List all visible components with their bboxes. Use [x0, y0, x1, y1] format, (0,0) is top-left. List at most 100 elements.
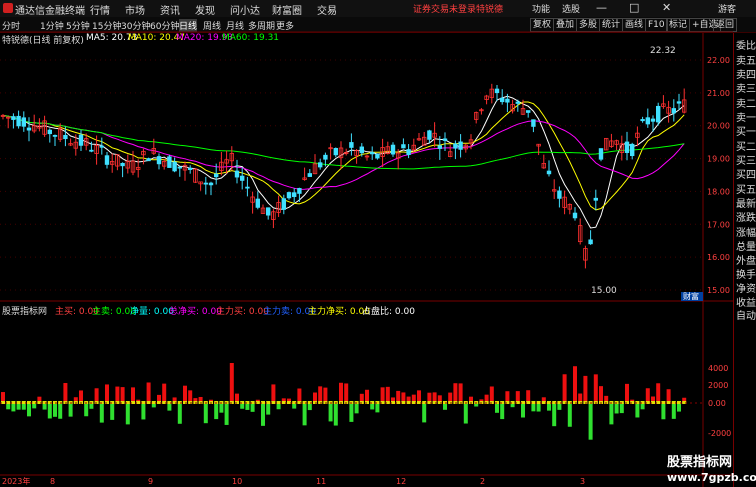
indicator-bar [105, 384, 109, 403]
indicator-bar [297, 388, 302, 403]
price-axis-label: 19.00 [707, 155, 730, 164]
candle-body [359, 146, 364, 154]
side-zhangfu[interactable]: 涨幅 [736, 224, 756, 239]
date-axis-label: 2023年 [2, 476, 30, 486]
side-maiwu[interactable]: 卖五 [736, 52, 756, 67]
watermark-url: www.7gpzb.com [667, 471, 756, 484]
indicator-bar [635, 403, 640, 418]
indicator-bar [531, 403, 536, 412]
candlesticks [0, 83, 687, 269]
candle-body [203, 182, 208, 185]
candle-body [11, 116, 16, 120]
candle-body [671, 108, 676, 114]
price-axis-label: 21.00 [707, 89, 730, 98]
date-axis-label: 2 [480, 477, 485, 486]
indicator-bar [167, 403, 172, 411]
candle-body [526, 110, 531, 113]
date-axis-label: 12 [396, 477, 406, 486]
indicator-bar [349, 403, 354, 422]
candle-body [239, 175, 245, 181]
date-axis-label: 11 [316, 477, 326, 486]
side-buy2[interactable]: 买二 [736, 138, 756, 153]
side-auto[interactable]: 自动 [736, 307, 756, 322]
side-maiyi[interactable]: 卖一 [736, 109, 756, 124]
indicator-bar [536, 403, 541, 412]
side-zuixin[interactable]: 最新 [736, 195, 756, 210]
side-waipan[interactable]: 外盘 [736, 252, 756, 267]
candle-body [437, 145, 442, 149]
indicator-bar [500, 403, 505, 420]
indicator-bar [141, 403, 146, 420]
price-axis: 22.00 21.00 20.00 19.00 18.00 17.00 16.00 15.00 [707, 56, 730, 295]
side-zongliang[interactable]: 总量 [736, 238, 756, 253]
indicator-bar [443, 403, 447, 410]
side-buy1[interactable]: 买一 [736, 123, 756, 138]
candle-body [323, 154, 328, 160]
ind-zhanpanbi: 占盘比: 0.00 [362, 307, 415, 317]
side-buy5[interactable]: 买五 [736, 181, 756, 196]
candle-body [531, 119, 536, 127]
indicator-bar [328, 403, 333, 422]
candle-body [172, 161, 177, 172]
candle-body [307, 173, 312, 177]
indicator-name[interactable]: 股票指标网 [2, 304, 47, 317]
candle-body [63, 134, 68, 140]
candle-body [442, 138, 448, 141]
date-axis-label: 3 [580, 477, 585, 486]
ind-zongjingmai: 总净买: 0.00 [169, 307, 222, 317]
side-maier[interactable]: 卖二 [736, 95, 756, 110]
side-zhangdie[interactable]: 涨跌 [736, 209, 756, 224]
indicator-bar [84, 403, 89, 417]
indicator-bar [573, 366, 577, 403]
candle-body [156, 156, 162, 165]
candle-body [406, 149, 411, 155]
ind-zhulimai: 主力买: 0.00 [216, 307, 269, 317]
candle-body [333, 148, 338, 156]
price-axis-label: 17.00 [707, 220, 730, 229]
side-maisan[interactable]: 卖三 [736, 80, 756, 95]
candle-body [78, 134, 84, 146]
candle-body [167, 156, 172, 168]
indicator-bar [521, 403, 525, 418]
indicator-bar [53, 403, 57, 417]
ind-jingliang: 净量: 0.00 [130, 307, 174, 317]
ma20-line [2, 114, 685, 190]
side-maisi[interactable]: 卖四 [736, 66, 756, 81]
candle-body [255, 198, 260, 208]
indicator-bar [162, 383, 167, 403]
candle-body [390, 144, 396, 155]
candle-body [245, 186, 250, 189]
indicator-bar [562, 374, 567, 403]
side-jingzi[interactable]: 净资 [736, 280, 756, 295]
indicator-bar [619, 403, 624, 414]
candle-body [120, 162, 125, 167]
indicator-bar [63, 383, 68, 403]
side-buy3[interactable]: 买三 [736, 152, 756, 167]
indicator-bar [146, 382, 151, 403]
candle-body [26, 127, 32, 131]
candle-body [515, 101, 520, 104]
indicator-bar [229, 363, 234, 403]
indicator-axis-label: 4000 [708, 364, 728, 373]
indicator-bar [645, 388, 650, 403]
indicator-bar [656, 383, 661, 403]
candle-body [99, 145, 104, 148]
watermark-title: 股票指标网 [667, 455, 733, 470]
indicator-bar [489, 386, 494, 403]
indicator-bar [214, 403, 219, 420]
indicator-bar [266, 403, 271, 415]
chart-area[interactable]: 22.0021.0020.0019.0018.0017.0016.0015.00… [0, 0, 733, 487]
candle-body [650, 118, 656, 122]
side-weibi[interactable]: 委比 [736, 37, 756, 52]
candle-body [375, 153, 380, 159]
candle-body [572, 212, 578, 219]
side-huanshou[interactable]: 换手 [736, 266, 756, 281]
indicator-bar [219, 403, 224, 413]
indicator-bars [1, 363, 687, 440]
date-axis-label: 9 [148, 477, 153, 486]
candle-body [598, 148, 604, 160]
indicator-bar [323, 387, 328, 403]
indicator-bar [666, 389, 671, 403]
side-buy4[interactable]: 买四 [736, 166, 756, 181]
max-price-label: 22.32 [650, 46, 676, 56]
